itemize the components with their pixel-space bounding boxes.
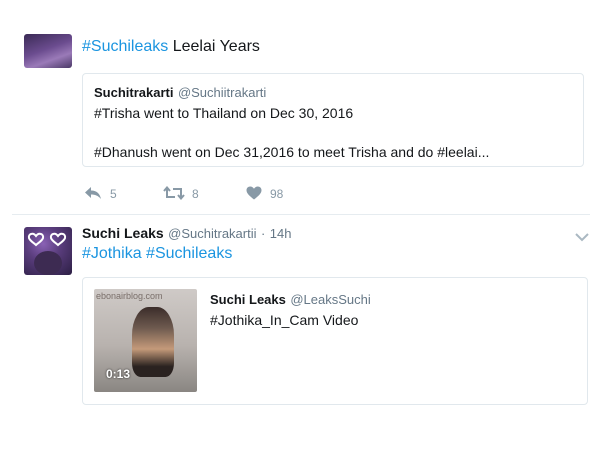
reply-icon[interactable] bbox=[84, 186, 102, 200]
divider bbox=[12, 214, 590, 215]
video-duration: 0:13 bbox=[106, 367, 131, 381]
retweet-count: 8 bbox=[192, 187, 199, 201]
chevron-down-icon[interactable] bbox=[575, 229, 589, 247]
like-icon[interactable] bbox=[246, 186, 262, 200]
tweet-text: #Suchileaks Leelai Years bbox=[82, 38, 260, 55]
like-count: 98 bbox=[270, 187, 284, 201]
video-thumbnail[interactable]: ebonairblog.com 0:13 bbox=[94, 289, 197, 392]
card-author-name: Suchi Leaks bbox=[210, 292, 286, 307]
tweet-timestamp[interactable]: 14h bbox=[270, 226, 292, 241]
quoted-text-line-2: #Dhanush went on Dec 31,2016 to meet Tri… bbox=[94, 144, 490, 160]
card-text: #Jothika_In_Cam Video bbox=[210, 312, 359, 328]
avatar[interactable] bbox=[24, 227, 72, 275]
quoted-author-handle: @Suchiitrakarti bbox=[177, 85, 267, 100]
quoted-author-name: Suchitrakarti bbox=[94, 85, 174, 100]
thumbnail-figure bbox=[132, 307, 174, 377]
tweet-header: Suchi Leaks @Suchitrakartii · 14h bbox=[82, 225, 292, 241]
avatar[interactable] bbox=[24, 34, 72, 68]
author-handle[interactable]: @Suchitrakartii bbox=[168, 226, 256, 241]
tweet-text[interactable]: #Jothika #Suchileaks bbox=[82, 245, 232, 263]
author-name[interactable]: Suchi Leaks bbox=[82, 225, 164, 241]
quoted-tweet-header: Suchitrakarti @Suchiitrakarti bbox=[94, 84, 266, 102]
quoted-text-line-1: #Trisha went to Thailand on Dec 30, 2016 bbox=[94, 105, 354, 121]
thumbnail-watermark: ebonairblog.com bbox=[96, 291, 163, 301]
retweet-icon[interactable] bbox=[163, 186, 185, 200]
card-header: Suchi Leaks @LeaksSuchi bbox=[210, 291, 371, 309]
reply-count: 5 bbox=[110, 187, 117, 201]
hashtag-link[interactable]: #Suchileaks bbox=[82, 38, 168, 55]
card-author-handle: @LeaksSuchi bbox=[290, 292, 371, 307]
